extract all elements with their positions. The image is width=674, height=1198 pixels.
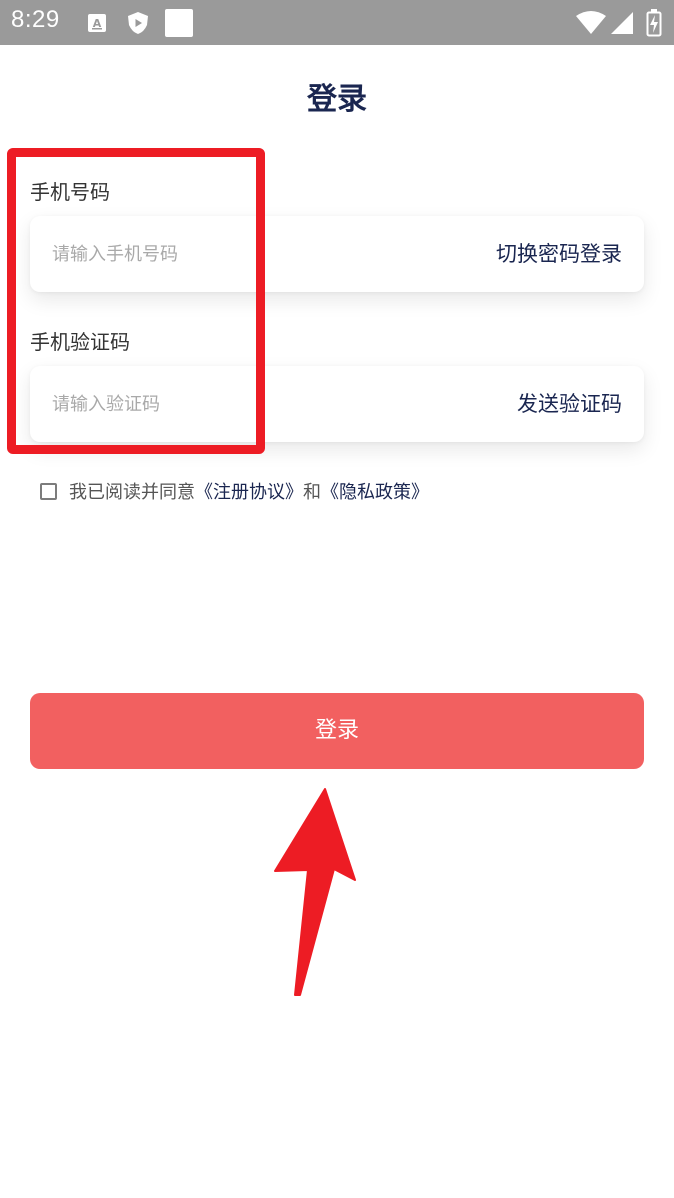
annotation-highlight-box	[7, 148, 265, 454]
page-title: 登录	[307, 82, 367, 117]
switch-password-login-link[interactable]: 切换密码登录	[496, 216, 622, 292]
agreement-row: 我已阅读并同意 《注册协议》 和 《隐私政策》	[40, 478, 429, 504]
wifi-icon	[576, 0, 606, 45]
status-bar: 8:29 A	[0, 0, 674, 45]
status-time: 8:29	[11, 6, 60, 33]
battery-charging-icon	[645, 0, 663, 45]
terms-link[interactable]: 《注册协议》	[195, 478, 303, 504]
signal-icon	[610, 0, 634, 45]
a-keyboard-icon: A	[86, 0, 108, 45]
shield-play-icon	[126, 0, 150, 45]
agreement-conjunction: 和	[303, 482, 321, 503]
agreement-prefix: 我已阅读并同意	[69, 482, 195, 503]
privacy-link[interactable]: 《隐私政策》	[321, 478, 429, 504]
square-notification-icon	[165, 0, 193, 45]
agreement-checkbox[interactable]	[40, 482, 57, 500]
annotation-arrow-icon	[274, 788, 356, 996]
login-button[interactable]: 登录	[30, 693, 644, 769]
send-code-button[interactable]: 发送验证码	[517, 366, 622, 442]
